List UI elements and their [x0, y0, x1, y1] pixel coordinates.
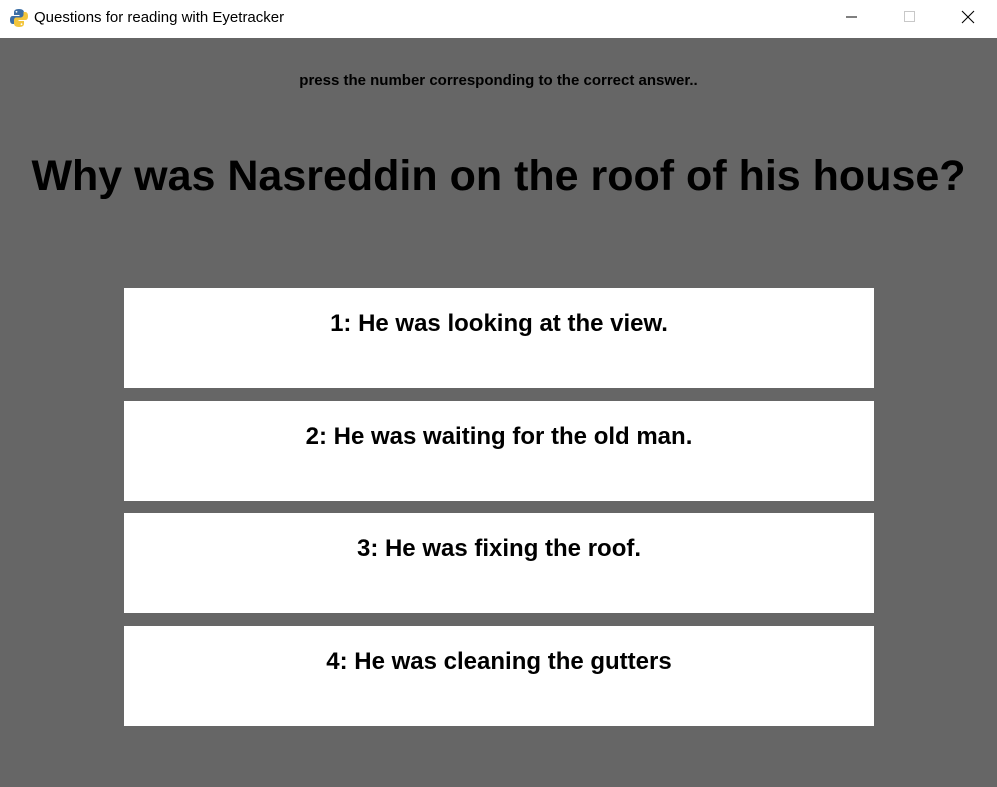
question-text: Why was Nasreddin on the roof of his hou…	[31, 152, 966, 200]
answer-option-3[interactable]: 3: He was fixing the roof.	[124, 513, 874, 613]
answer-option-1[interactable]: 1: He was looking at the view.	[124, 288, 874, 388]
python-icon	[9, 8, 29, 28]
question-screen: press the number corresponding to the co…	[0, 38, 997, 787]
answer-option-4[interactable]: 4: He was cleaning the gutters	[124, 626, 874, 726]
close-button[interactable]	[939, 0, 997, 38]
instruction-text: press the number corresponding to the co…	[299, 72, 698, 89]
window-title: Questions for reading with Eyetracker	[34, 9, 285, 26]
answer-label: 4: He was cleaning the gutters	[326, 648, 672, 675]
answer-label: 3: He was fixing the roof.	[356, 535, 642, 562]
answer-label: 1: He was looking at the view.	[330, 310, 668, 337]
close-icon	[961, 10, 975, 29]
minimize-icon	[846, 10, 858, 28]
window-titlebar: Questions for reading with Eyetracker	[0, 0, 997, 38]
minimize-button[interactable]	[823, 0, 881, 38]
answer-label: 2: He was waiting for the old man.	[305, 423, 693, 450]
maximize-button[interactable]	[881, 0, 939, 38]
maximize-icon	[904, 10, 916, 28]
answer-option-2[interactable]: 2: He was waiting for the old man.	[124, 401, 874, 501]
